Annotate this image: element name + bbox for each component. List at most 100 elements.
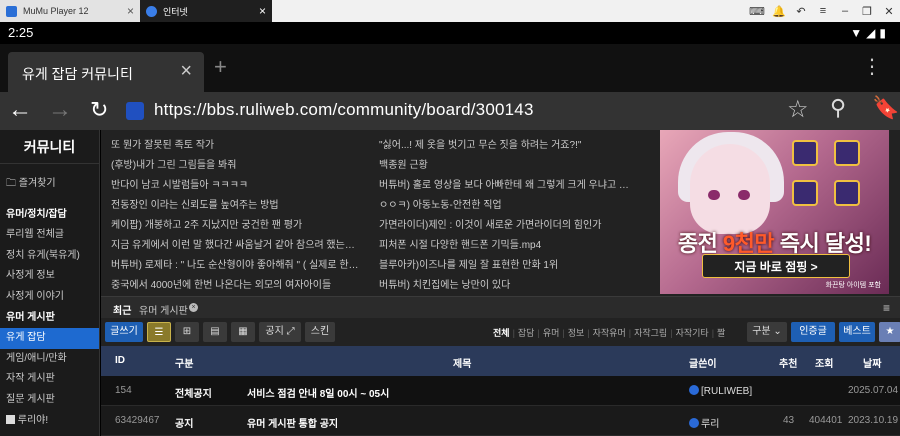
hot-link[interactable]: 버튜버) 치킨집에는 낭만이 있다 xyxy=(379,276,639,291)
sidebar-item-politics[interactable]: 정치 유게(북유게) xyxy=(0,246,99,267)
browser-tab-strip: 유게 잡담 커뮤니티 × + ⋮ xyxy=(0,44,900,92)
notice-toggle-button[interactable]: 공지 ⤢ xyxy=(259,322,301,342)
internet-app-icon xyxy=(146,5,157,17)
category-own-art[interactable]: 자작그림 xyxy=(634,328,667,338)
emulator-tab-internet[interactable]: 인터넷 × xyxy=(140,0,272,22)
hot-link[interactable]: 피처폰 시절 다양한 핸드폰 기믹들.mp4 xyxy=(379,236,639,251)
table-header: ID 구분 제목 글쓴이 추천 조회 날짜 xyxy=(101,346,900,376)
hot-link[interactable]: 가면라이더)제인 : 이것이 새로운 가면라이더의 힘인가 xyxy=(379,216,639,231)
menu-icon[interactable]: ≡ xyxy=(812,5,834,17)
ad-character-eye xyxy=(708,190,720,200)
row-views: 404401 xyxy=(809,415,843,426)
sidebar-item-creative[interactable]: 자작 게시판 xyxy=(0,369,99,390)
star-icon[interactable]: ☆ xyxy=(787,95,809,124)
view-list-icon[interactable]: ☰ xyxy=(147,322,171,342)
verified-posts-button[interactable]: 인증글 xyxy=(791,322,835,342)
hot-link[interactable]: 블루아카)이즈나를 제일 잘 표현한 만화 1위 xyxy=(379,256,639,271)
sidebar-item-question[interactable]: 질문 게시판 xyxy=(0,390,99,411)
col-subject: 제목 xyxy=(453,359,472,370)
category-all[interactable]: 전체 xyxy=(493,328,510,338)
reload-icon[interactable]: ↻ xyxy=(90,97,108,123)
sidebar-item-sajeong-talk[interactable]: 사정게 이야기 xyxy=(0,287,99,308)
recent-board-link[interactable]: 유머 게시판 xyxy=(139,302,188,317)
view-gallery-icon[interactable]: ▦ xyxy=(231,322,255,342)
view-grid-icon[interactable]: ⊞ xyxy=(175,322,199,342)
sidebar-item-favorites[interactable]: 🗀 즐겨찾기 xyxy=(0,174,99,195)
bookmark-icon[interactable]: 🔖 xyxy=(872,95,899,121)
site-favicon-icon xyxy=(126,102,144,120)
hamburger-menu-icon[interactable]: ≡ xyxy=(883,301,890,315)
back-arrow-icon[interactable]: ← xyxy=(8,96,32,124)
remove-recent-icon[interactable]: × xyxy=(189,303,198,312)
category-chat[interactable]: 잡담 xyxy=(518,328,535,338)
sidebar-item-game-anime[interactable]: 게임/애니/만화 xyxy=(0,349,99,370)
category-jjal[interactable]: 짤 xyxy=(717,328,725,338)
minimize-icon[interactable]: – xyxy=(834,5,856,17)
write-button[interactable]: 글쓰기 xyxy=(105,322,143,342)
ad-cta-button[interactable]: 지금 바로 점핑 > xyxy=(702,254,850,278)
back-icon[interactable]: ↶ xyxy=(790,5,812,18)
sidebar-section-humor-board: 유머 게시판 xyxy=(6,311,55,323)
sidebar-item-ruliya[interactable]: 루리야! xyxy=(0,411,99,432)
hot-link[interactable]: 버튜버) 로제타 : " 나도 순산형이야 좋아해줘 " ( 실제로 한… xyxy=(111,256,371,271)
category-own-humor[interactable]: 자작유머 xyxy=(593,328,626,338)
sidebar-item-sajeong-info[interactable]: 사정게 정보 xyxy=(0,266,99,287)
address-bar[interactable]: https://bbs.ruliweb.com/community/board/… xyxy=(154,100,534,120)
game-ad-banner[interactable]: 종전 9천만 즉시 달성! 지금 바로 점핑 > 화끈탕 아이템 포함 xyxy=(660,130,889,294)
keyboard-icon[interactable]: ⌨ xyxy=(746,5,768,18)
search-icon[interactable]: ⚲ xyxy=(830,95,846,121)
close-icon[interactable]: ✕ xyxy=(878,5,900,18)
ad-item-card xyxy=(834,180,860,206)
more-vertical-icon[interactable]: ⋮ xyxy=(862,54,882,79)
best-posts-button[interactable]: 베스트 xyxy=(839,322,875,342)
hot-link[interactable]: 또 뭔가 잘못된 족토 작가 xyxy=(111,136,371,151)
hot-link[interactable]: 지금 유게에서 이런 말 했다간 싸움날거 같아 참으려 했는… xyxy=(111,236,371,251)
row-id: 154 xyxy=(115,385,132,396)
hot-link[interactable]: (후방)내가 그린 그림들을 봐줘 xyxy=(111,156,371,171)
hot-link[interactable]: 중국에서 4000년에 한번 나온다는 외모의 여자아이들 xyxy=(111,276,371,291)
battery-icon: ▮ xyxy=(879,26,890,40)
hot-link[interactable]: 백종원 근황 xyxy=(379,156,639,171)
row-author[interactable]: 루리 xyxy=(689,415,719,430)
category-select[interactable]: 구분 ⌄ xyxy=(747,322,787,342)
folder-icon: 🗀 xyxy=(6,178,16,189)
emulator-title-bar: MuMu Player 12 × 인터넷 × ⌨ 🔔 ↶ ≡ – ❐ ✕ xyxy=(0,0,900,22)
col-recommend: 추천 xyxy=(779,359,798,370)
forward-arrow-icon[interactable]: → xyxy=(48,96,72,124)
emulator-tab-home[interactable]: MuMu Player 12 × xyxy=(0,0,140,22)
category-info[interactable]: 정보 xyxy=(568,328,585,338)
category-own-etc[interactable]: 자작기타 xyxy=(676,328,709,338)
hot-link[interactable]: 전동장인 이라는 신뢰도를 높여주는 방법 xyxy=(111,196,371,211)
notification-icon[interactable]: 🔔 xyxy=(768,5,790,18)
close-tab-icon[interactable]: × xyxy=(180,60,192,83)
table-row[interactable]: 154 전체공지 서비스 점검 안내 8일 00시 ~ 05시 [RULIWEB… xyxy=(101,376,900,406)
mumu-logo-icon xyxy=(6,5,17,17)
table-row[interactable]: 63429467 공지 유머 게시판 통합 공지 루리 43 404401 20… xyxy=(101,406,900,436)
new-tab-icon[interactable]: + xyxy=(214,54,227,80)
row-author[interactable]: [RULIWEB] xyxy=(689,385,752,397)
hot-link[interactable]: "싫어...! 제 옷을 벗기고 무슨 짓을 하려는 거죠?!" xyxy=(379,136,639,151)
sidebar-item-yuge-chat[interactable]: 유게 잡담 xyxy=(0,328,99,349)
browser-tab[interactable]: 유게 잡담 커뮤니티 × xyxy=(8,52,204,92)
hot-link[interactable]: 반다이 남코 시발럼들아 ㅋㅋㅋㅋ xyxy=(111,176,371,191)
category-filter: 전체 | 잡담 | 유머 | 정보 | 자작유머 | 자작그림 | 자작기타 | 짤 xyxy=(493,328,726,338)
col-views: 조회 xyxy=(815,359,834,370)
col-type: 구분 xyxy=(175,359,194,370)
category-humor[interactable]: 유머 xyxy=(543,328,560,338)
col-author: 글쓴이 xyxy=(689,359,717,370)
favorite-star-icon[interactable]: ★ xyxy=(879,322,900,342)
hot-link[interactable]: ㅇㅇㅋ) 아동노동-안전한 직업 xyxy=(379,196,639,211)
close-icon[interactable]: × xyxy=(259,0,266,22)
restore-icon[interactable]: ❐ xyxy=(856,5,878,18)
sidebar-item-ruliweb-all[interactable]: 루리웹 전체글 xyxy=(0,225,99,246)
view-compact-icon[interactable]: ▤ xyxy=(203,322,227,342)
row-subject-link[interactable]: 서비스 점검 안내 8일 00시 ~ 05시 xyxy=(247,385,389,400)
row-date: 2023.10.19 xyxy=(848,415,899,426)
row-subject-link[interactable]: 유머 게시판 통합 공지 xyxy=(247,415,338,430)
hot-link[interactable]: 케이팝) 개봉하고 2주 지났지만 궁건한 팬 평가 xyxy=(111,216,371,231)
hot-link[interactable]: 버튜버) 홀로 영상을 보다 아빠한테 왜 그렇게 크게 우냐고 … xyxy=(379,176,639,191)
close-icon[interactable]: × xyxy=(127,0,134,22)
skin-button[interactable]: 스킨 xyxy=(305,322,335,342)
recent-boards-bar: 최근 유머 게시판 × ≡ xyxy=(101,296,900,318)
user-level-icon xyxy=(689,418,699,428)
